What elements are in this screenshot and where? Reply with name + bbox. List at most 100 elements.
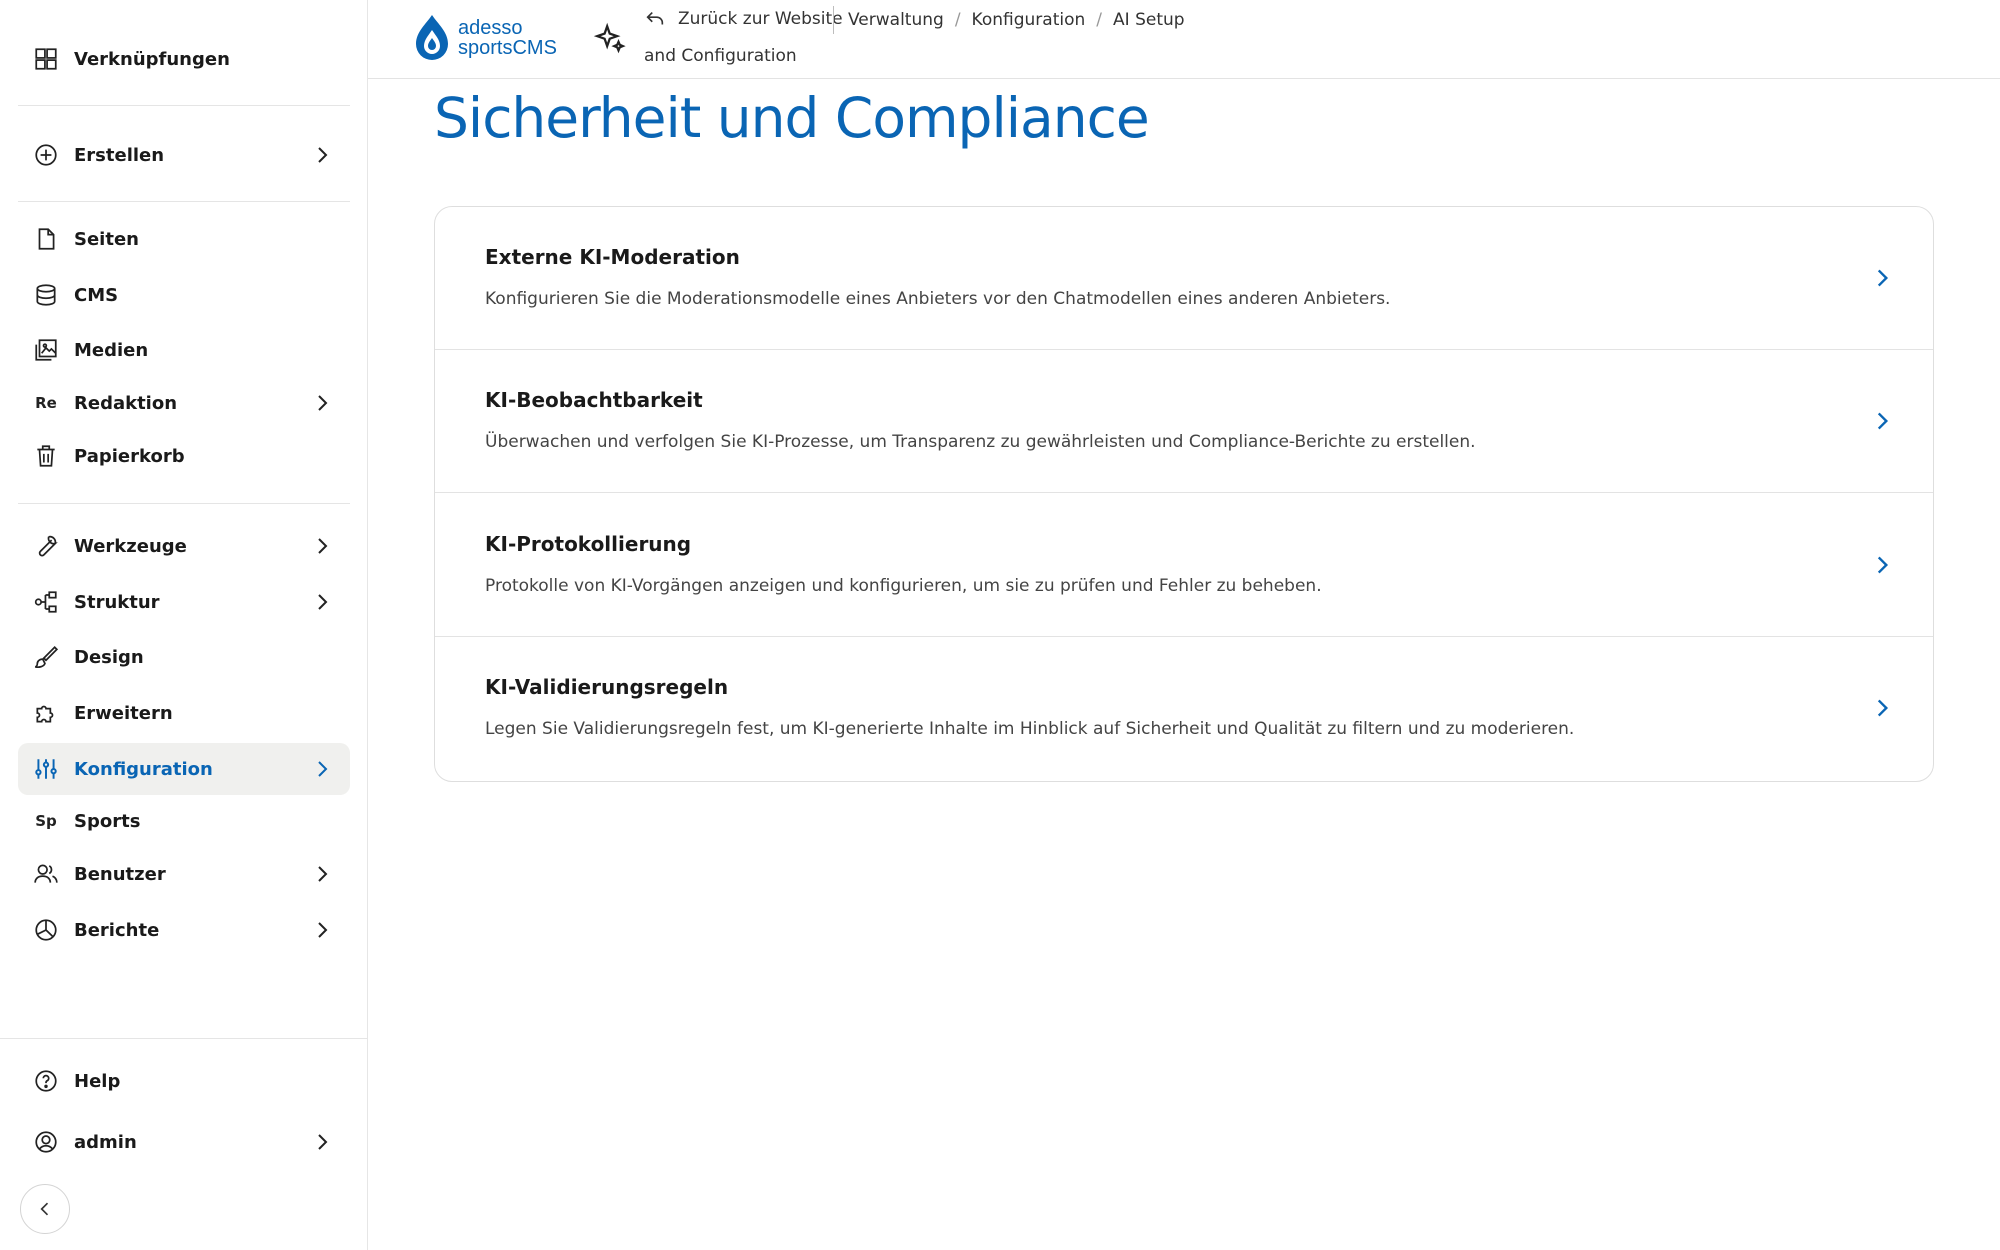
chevron-right-icon (318, 147, 328, 163)
list-item-description: Überwachen und verfolgen Sie KI-Prozesse… (485, 432, 1476, 452)
chevron-right-icon (318, 395, 328, 411)
list-item-external-moderation[interactable]: Externe KI-Moderation Konfigurieren Sie … (435, 207, 1933, 350)
media-icon (32, 336, 60, 364)
plus-circle-icon (32, 141, 60, 169)
sidebar-item-cms[interactable]: CMS (18, 269, 350, 321)
sidebar-item-trash[interactable]: Papierkorb (18, 430, 350, 482)
sidebar-item-label: Werkzeuge (74, 535, 187, 557)
logo-text: adesso sportsCMS (458, 18, 557, 58)
page-title: Sicherheit und Compliance (434, 86, 1150, 150)
sidebar-item-label: Medien (74, 339, 149, 361)
sliders-icon (32, 755, 60, 783)
database-icon (32, 281, 60, 309)
chevron-right-icon (318, 1134, 328, 1150)
breadcrumb-item[interactable]: AI Setup (1113, 10, 1185, 30)
sidebar-item-label: Help (74, 1070, 121, 1092)
sidebar-item-label: Erstellen (74, 144, 165, 166)
logo[interactable]: adesso sportsCMS (412, 12, 562, 64)
sidebar-item-account[interactable]: admin (18, 1116, 350, 1168)
sidebar-item-label: Design (74, 646, 144, 668)
breadcrumb-item-continued[interactable]: and Configuration (644, 46, 797, 66)
divider (0, 1038, 368, 1039)
list-item-title: KI-Validierungsregeln (485, 675, 729, 699)
layout-grid-icon (32, 45, 60, 73)
top-bar: adesso sportsCMS Zurück zur Website Verw… (368, 0, 2000, 79)
sidebar-item-design[interactable]: Design (18, 631, 350, 683)
breadcrumb-item[interactable]: Konfiguration (972, 10, 1086, 30)
chevron-left-icon (40, 1202, 49, 1216)
divider (833, 6, 834, 34)
chevron-right-icon (1877, 556, 1889, 574)
settings-list: Externe KI-Moderation Konfigurieren Sie … (434, 206, 1934, 782)
breadcrumb-separator: / (954, 10, 961, 30)
brush-icon (32, 643, 60, 671)
sidebar-item-editorial[interactable]: Re Redaktion (18, 377, 350, 429)
back-to-website-link[interactable]: Zurück zur Website (644, 8, 843, 30)
logo-drop-icon (416, 15, 448, 60)
logo-line-2: sportsCMS (458, 37, 557, 59)
sidebar-item-label: Seiten (74, 228, 139, 250)
sidebar-item-label: Sports (74, 810, 141, 832)
sidebar-item-structure[interactable]: Struktur (18, 576, 350, 628)
sidebar-item-label: Konfiguration (74, 758, 213, 780)
list-item-description: Konfigurieren Sie die Moderationsmodelle… (485, 289, 1391, 309)
list-item-observability[interactable]: KI-Beobachtbarkeit Überwachen und verfol… (435, 350, 1933, 493)
chevron-right-icon (1877, 699, 1889, 717)
sidebar-item-label: Verknüpfungen (74, 48, 230, 70)
chevron-right-icon (318, 866, 328, 882)
editorial-icon: Re (35, 394, 57, 412)
sidebar-item-label: Redaktion (74, 392, 178, 414)
sidebar-item-pages[interactable]: Seiten (18, 213, 350, 265)
help-circle-icon (32, 1067, 60, 1095)
sidebar-item-help[interactable]: Help (18, 1055, 350, 1107)
list-item-description: Legen Sie Validierungsregeln fest, um KI… (485, 719, 1575, 739)
sparkle-icon[interactable] (593, 22, 627, 56)
sidebar-item-extend[interactable]: Erweitern (18, 687, 350, 739)
chevron-right-icon (1877, 412, 1889, 430)
structure-icon (32, 588, 60, 616)
sidebar-item-users[interactable]: Benutzer (18, 848, 350, 900)
sidebar-item-sports[interactable]: Sp Sports (18, 795, 350, 847)
breadcrumb: Verwaltung / Konfiguration / AI Setup (848, 10, 1185, 30)
sidebar-item-media[interactable]: Medien (18, 324, 350, 376)
sidebar-item-shortcuts[interactable]: Verknüpfungen (18, 33, 350, 85)
sidebar-item-label: CMS (74, 284, 119, 306)
sidebar-item-label: Berichte (74, 919, 160, 941)
puzzle-icon (32, 699, 60, 727)
list-item-title: KI-Beobachtbarkeit (485, 388, 703, 412)
sidebar-item-tools[interactable]: Werkzeuge (18, 520, 350, 572)
list-item-title: KI-Protokollierung (485, 532, 692, 556)
chevron-right-icon (318, 594, 328, 610)
list-item-description: Protokolle von KI-Vorgängen anzeigen und… (485, 576, 1322, 596)
sidebar-item-label: Struktur (74, 591, 160, 613)
sidebar-item-label: admin (74, 1131, 137, 1153)
breadcrumb-item[interactable]: Verwaltung (848, 10, 944, 30)
trash-icon (32, 442, 60, 470)
divider (18, 105, 350, 106)
sidebar: Verknüpfungen Erstellen Seiten CMS Medie… (0, 0, 368, 1250)
list-item-title: Externe KI-Moderation (485, 245, 740, 269)
divider (18, 201, 350, 202)
pie-chart-icon (32, 916, 60, 944)
sidebar-item-configuration[interactable]: Konfiguration (18, 743, 350, 795)
divider (18, 503, 350, 504)
users-icon (32, 860, 60, 888)
breadcrumb-separator: / (1096, 10, 1103, 30)
sidebar-item-label: Papierkorb (74, 445, 185, 467)
sidebar-item-create[interactable]: Erstellen (18, 129, 350, 181)
list-item-logging[interactable]: KI-Protokollierung Protokolle von KI-Vor… (435, 494, 1933, 637)
return-arrow-icon (646, 11, 664, 25)
chevron-right-icon (318, 538, 328, 554)
chevron-right-icon (318, 761, 328, 777)
logo-line-1: adesso (458, 17, 523, 39)
sidebar-item-label: Benutzer (74, 863, 166, 885)
chevron-right-icon (1877, 269, 1889, 287)
sports-icon: Sp (35, 812, 57, 830)
user-circle-icon (32, 1128, 60, 1156)
list-item-validation-rules[interactable]: KI-Validierungsregeln Legen Sie Validier… (435, 637, 1933, 780)
sidebar-item-label: Erweitern (74, 702, 173, 724)
collapse-sidebar-button[interactable] (20, 1184, 70, 1234)
sidebar-item-reports[interactable]: Berichte (18, 904, 350, 956)
back-link-label: Zurück zur Website (678, 9, 843, 29)
chevron-right-icon (318, 922, 328, 938)
